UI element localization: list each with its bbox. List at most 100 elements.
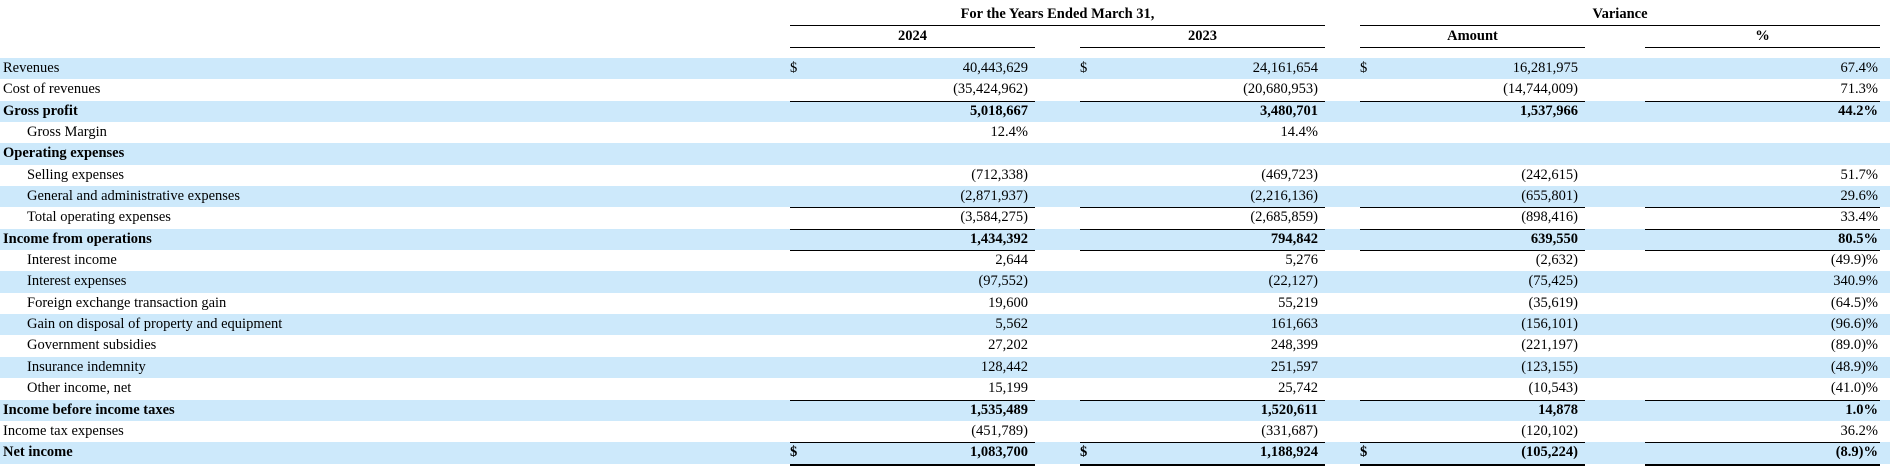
row-label: Foreign exchange transaction gain: [0, 293, 790, 314]
cell-2023: [1080, 143, 1325, 164]
value-2024: 12.4%: [790, 122, 1028, 143]
value-variance-percent: (48.9)%: [1645, 357, 1878, 378]
table-row: Net income $ 1,083,700 $ 1,188,924 $ (10…: [0, 442, 1890, 463]
column-header-2024: 2024: [790, 28, 1035, 48]
row-label: Gross Margin: [0, 122, 790, 143]
cell-2023: (22,127): [1080, 271, 1325, 292]
cell-variance-amount: (156,101): [1360, 314, 1585, 335]
value-2024: (451,789): [790, 421, 1028, 442]
cell-variance-amount: [1360, 122, 1585, 143]
cell-2023: 161,663: [1080, 314, 1325, 335]
cell-variance-amount: $ (105,224): [1360, 442, 1585, 465]
row-label: Operating expenses: [0, 143, 790, 164]
value-2023: 14.4%: [1080, 122, 1318, 143]
value-variance-amount: (2,632): [1360, 250, 1578, 271]
cell-2024: 1,535,489: [790, 400, 1035, 421]
cell-variance-amount: (35,619): [1360, 293, 1585, 314]
cell-2024: 2,644: [790, 250, 1035, 271]
cell-2023: (469,723): [1080, 165, 1325, 186]
value-2024: 27,202: [790, 335, 1028, 356]
cell-2024: $ 40,443,629: [790, 58, 1035, 79]
cell-2024: (35,424,962): [790, 79, 1035, 101]
value-2023: 1,188,924: [1087, 442, 1318, 463]
table-row: Total operating expenses (3,584,275) (2,…: [0, 207, 1890, 228]
value-2024: 19,600: [790, 293, 1028, 314]
years-ended-group-header: For the Years Ended March 31,: [790, 6, 1325, 26]
cell-2023: $ 24,161,654: [1080, 58, 1325, 79]
row-label: Total operating expenses: [0, 207, 790, 229]
cell-2024: 15,199: [790, 378, 1035, 400]
row-label: Income before income taxes: [0, 400, 790, 421]
value-2023: (22,127): [1080, 271, 1318, 292]
value-variance-amount: (10,543): [1360, 378, 1578, 399]
cell-2024: (97,552): [790, 271, 1035, 292]
value-variance-percent: (96.6)%: [1645, 314, 1878, 335]
cell-2023: (20,680,953): [1080, 79, 1325, 101]
value-2024: 1,535,489: [790, 400, 1028, 421]
cell-2024: (3,584,275): [790, 207, 1035, 229]
cell-variance-amount: 639,550: [1360, 229, 1585, 251]
cell-variance-amount: $ 16,281,975: [1360, 58, 1585, 79]
cell-variance-amount: (123,155): [1360, 357, 1585, 378]
cell-2023: 248,399: [1080, 335, 1325, 356]
cell-variance-amount: [1360, 143, 1585, 164]
value-variance-amount: (14,744,009): [1360, 79, 1578, 100]
dollar-sign-2023: $: [1080, 58, 1087, 79]
table-row: Government subsidies 27,202 248,399 (221…: [0, 335, 1890, 356]
value-variance-amount: 16,281,975: [1367, 58, 1578, 79]
value-2023: 1,520,611: [1080, 400, 1318, 421]
table-row: Foreign exchange transaction gain 19,600…: [0, 293, 1890, 314]
cell-variance-amount: 1,537,966: [1360, 101, 1585, 122]
cell-2023: 55,219: [1080, 293, 1325, 314]
cell-variance-percent: 44.2%: [1645, 101, 1880, 122]
value-2024: 128,442: [790, 357, 1028, 378]
cell-variance-amount: (14,744,009): [1360, 79, 1585, 101]
cell-2023: 14.4%: [1080, 122, 1325, 143]
row-label: Interest income: [0, 250, 790, 271]
column-header-2023: 2023: [1080, 28, 1325, 48]
cell-2023: $ 1,188,924: [1080, 442, 1325, 465]
cell-variance-percent: 340.9%: [1645, 271, 1880, 292]
cell-variance-percent: [1645, 143, 1880, 164]
cell-2023: (2,216,136): [1080, 186, 1325, 208]
cell-variance-percent: (96.6)%: [1645, 314, 1880, 335]
row-label: Interest expenses: [0, 271, 790, 292]
cell-variance-amount: (120,102): [1360, 421, 1585, 443]
value-2023: (331,687): [1080, 421, 1318, 442]
value-2023: 248,399: [1080, 335, 1318, 356]
value-variance-amount: (123,155): [1360, 357, 1578, 378]
row-label: General and administrative expenses: [0, 186, 790, 208]
cell-variance-percent: 51.7%: [1645, 165, 1880, 186]
value-2023: 55,219: [1080, 293, 1318, 314]
cell-2024: (2,871,937): [790, 186, 1035, 208]
cell-2024: (451,789): [790, 421, 1035, 443]
value-variance-percent: 71.3%: [1645, 79, 1878, 100]
value-variance-amount: (242,615): [1360, 165, 1578, 186]
cell-variance-amount: (75,425): [1360, 271, 1585, 292]
value-2023: 3,480,701: [1080, 101, 1318, 122]
value-variance-percent: 29.6%: [1645, 186, 1878, 207]
value-variance-amount: (105,224): [1367, 442, 1578, 463]
table-row: Insurance indemnity 128,442 251,597 (123…: [0, 357, 1890, 378]
cell-variance-percent: (89.0)%: [1645, 335, 1880, 356]
value-variance-percent: 51.7%: [1645, 165, 1878, 186]
dollar-sign-2023: $: [1080, 442, 1087, 463]
cell-variance-percent: (8.9)%: [1645, 442, 1880, 465]
cell-variance-amount: (898,416): [1360, 207, 1585, 229]
table-row: Gross profit 5,018,667 3,480,701 1,537,9…: [0, 101, 1890, 122]
value-variance-amount: (655,801): [1360, 186, 1578, 207]
cell-2024: 1,434,392: [790, 229, 1035, 251]
table-row: Other income, net 15,199 25,742 (10,543)…: [0, 378, 1890, 399]
cell-2023: 25,742: [1080, 378, 1325, 400]
cell-2024: 5,562: [790, 314, 1035, 335]
cell-2024: 128,442: [790, 357, 1035, 378]
row-label: Selling expenses: [0, 165, 790, 186]
cell-2023: 5,276: [1080, 250, 1325, 271]
value-2023: (20,680,953): [1080, 79, 1318, 100]
value-variance-amount: (221,197): [1360, 335, 1578, 356]
cell-variance-percent: (49.9)%: [1645, 250, 1880, 271]
cell-2024: 12.4%: [790, 122, 1035, 143]
table-row: Cost of revenues (35,424,962) (20,680,95…: [0, 79, 1890, 100]
row-label: Revenues: [0, 58, 790, 79]
cell-2024: 27,202: [790, 335, 1035, 356]
